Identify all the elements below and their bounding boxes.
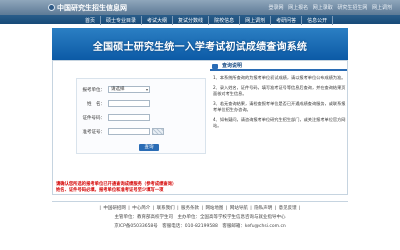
nav-item-adjust[interactable]: 网上调剂 — [240, 16, 272, 25]
field-label: 姓 名： — [87, 101, 105, 107]
notice-line: 姓名、证件号码必填，报考单位和准考证号至少填写一项 — [56, 188, 164, 193]
footer-links: | 中国研招网 | 中心简介 | 联系我们 | 服务条款 | 网站地图 | 网站… — [99, 206, 301, 211]
top-link[interactable]: 网上录取 — [313, 5, 333, 11]
footer-sponsor: 主管单位：教育部高校学生司 主办单位：全国高等学校学生信息咨询与就业指导中心 — [114, 215, 286, 220]
nav-item-home[interactable]: 首页 — [80, 16, 102, 25]
captcha-image[interactable] — [152, 128, 164, 135]
page-banner: 全国硕士研究生统一入学考试初试成绩查询系统 — [52, 28, 348, 60]
nav-item-catalog[interactable]: 硕士专业目录 — [101, 16, 143, 25]
info-item: 4、如有疑问，请咨询报考单位研究生招生部门，或关注报考单位官方网站。 — [213, 117, 346, 128]
footer-link[interactable]: 联系我们 — [157, 206, 175, 211]
site-footer: | 中国研招网 | 中心简介 | 联系我们 | 服务条款 | 网站地图 | 网站… — [52, 201, 348, 239]
top-link[interactable]: 网上调剂 — [372, 5, 392, 11]
nav-item-faq[interactable]: 考研问答 — [271, 16, 303, 25]
info-item: 3、若无查询结果，请检查报考单位是否已开通成绩查询服务，或联系报考单位招生办咨询… — [213, 101, 346, 112]
page-title: 全国硕士研究生统一入学考试初试成绩查询系统 — [92, 42, 308, 53]
footer-link[interactable]: 服务条款 — [181, 206, 199, 211]
field-label: 准考证号： — [82, 129, 106, 135]
query-form: 报考单位： 请选择 ▾ 姓 名： 证件号码： 准考证号： 查询 — [76, 78, 206, 154]
footer-link[interactable]: 意见反馈 — [279, 206, 297, 211]
form-row-exam-no: 准考证号： — [81, 128, 164, 135]
field-label: 报考单位： — [82, 87, 106, 93]
nav-item-scoreline[interactable]: 复试分数线 — [173, 16, 210, 25]
page: 中国研究生招生信息网 登录网 网上报名 网上录取 研究生招生网 网上调剂 首页 … — [0, 0, 400, 250]
nav-item-schools[interactable]: 院校信息 — [209, 16, 241, 25]
site-header: 中国研究生招生信息网 登录网 网上报名 网上录取 研究生招生网 网上调剂 — [0, 0, 400, 15]
footer-link[interactable]: 网站导航 — [230, 206, 248, 211]
exam-number-input[interactable] — [108, 128, 150, 135]
info-item: 2、录入姓名，证件号码，填写准考证号等信息后查询，并在查询结果页面核对考生信息。 — [213, 85, 346, 96]
form-row-id: 证件号码： — [81, 114, 150, 121]
form-row-unit: 报考单位： 请选择 ▾ — [81, 86, 150, 93]
top-link[interactable]: 网上报名 — [288, 5, 308, 11]
name-input[interactable] — [108, 100, 150, 107]
unit-select[interactable]: 请选择 ▾ — [108, 86, 150, 93]
info-panel: 查询说明 1、本系统所查询的为报考单位初试成绩，请以报考单位公布成绩为准。 2、… — [210, 62, 347, 188]
unit-select-value: 请选择 — [111, 87, 125, 92]
footer-link[interactable]: 中国研招网 — [103, 206, 126, 211]
logo-emblem-icon — [48, 4, 55, 11]
main-nav: 首页 硕士专业目录 考试大纲 复试分数线 院校信息 网上调剂 考研问答 信息公开 — [0, 15, 400, 25]
info-panel-header: 查询说明 — [210, 62, 347, 71]
top-links: 登录网 网上报名 网上录取 研究生招生网 网上调剂 — [266, 4, 392, 11]
info-item: 1、本系统所查询的为报考单位初试成绩，请以报考单位公布成绩为准。 — [213, 75, 346, 80]
nav-item-syllabus[interactable]: 考试大纲 — [142, 16, 174, 25]
site-logo[interactable]: 中国研究生招生信息网 — [48, 3, 127, 13]
query-button[interactable]: 查询 — [139, 144, 159, 151]
main-content: 报考单位： 请选择 ▾ 姓 名： 证件号码： 准考证号： 查询 请确认您所选的报… — [52, 60, 348, 195]
footer-link[interactable]: 隐私声明 — [254, 206, 272, 211]
info-icon — [212, 64, 218, 69]
top-link[interactable]: 研究生招生网 — [337, 5, 367, 11]
chevron-down-icon: ▾ — [145, 87, 148, 92]
field-label: 证件号码： — [82, 115, 106, 121]
id-number-input[interactable] — [108, 114, 150, 121]
footer-contact: 京ICP备05033658号 客服电话：010-82199588 客服邮箱：ke… — [114, 224, 286, 229]
nav-item-disclosure[interactable]: 信息公开 — [302, 16, 334, 25]
site-title: 中国研究生招生信息网 — [57, 4, 127, 12]
footer-link[interactable]: 中心简介 — [132, 206, 150, 211]
top-link[interactable]: 登录网 — [269, 5, 284, 11]
info-panel-title: 查询说明 — [222, 63, 243, 69]
footer-link[interactable]: 网站地图 — [205, 206, 223, 211]
form-row-name: 姓 名： — [81, 100, 150, 107]
